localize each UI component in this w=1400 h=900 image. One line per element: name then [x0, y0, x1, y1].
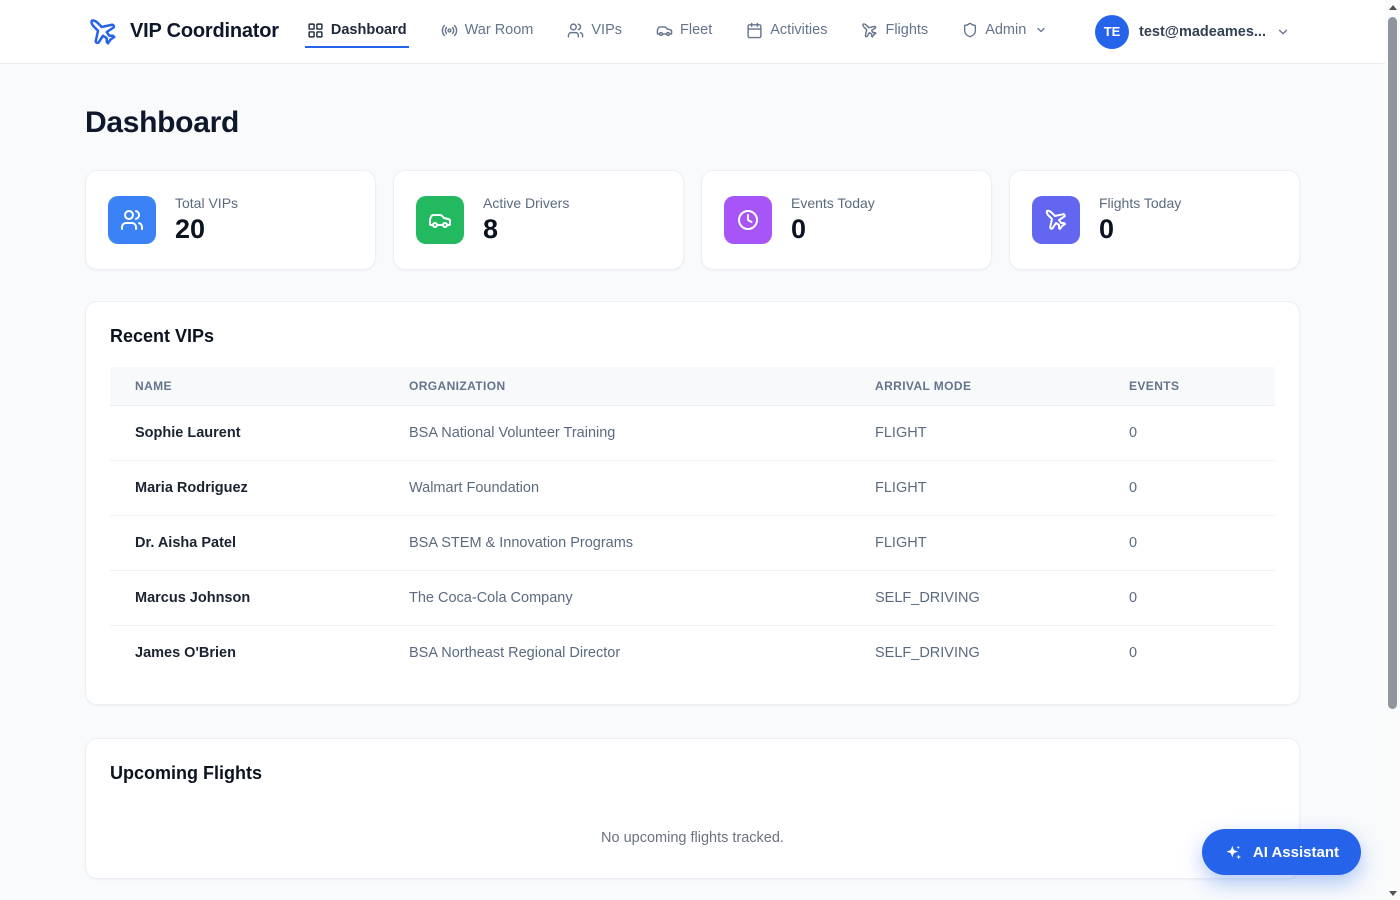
- scrollbar-thumb[interactable]: [1388, 17, 1397, 709]
- stat-card-flights-today: Flights Today 0: [1009, 170, 1300, 270]
- stat-card-events-today: Events Today 0: [701, 170, 992, 270]
- vip-organization: BSA Northeast Regional Director: [384, 625, 850, 680]
- column-header-organization: ORGANIZATION: [384, 367, 850, 406]
- vip-name: Sophie Laurent: [110, 405, 384, 461]
- plane-icon: [861, 22, 878, 39]
- nav-item-fleet[interactable]: Fleet: [654, 16, 714, 48]
- table-row[interactable]: Sophie Laurent BSA National Volunteer Tr…: [110, 405, 1275, 461]
- user-menu[interactable]: TE test@madeames...: [1095, 14, 1290, 49]
- nav-item-flights[interactable]: Flights: [859, 16, 930, 48]
- vip-arrival-mode: FLIGHT: [850, 515, 1104, 571]
- recent-vips-table: NAME ORGANIZATION ARRIVAL MODE EVENTS So…: [110, 367, 1275, 680]
- car-icon: [656, 22, 673, 39]
- top-navbar: VIP Coordinator Dashboard War Room VIPs …: [0, 0, 1400, 64]
- nav-item-war-room[interactable]: War Room: [439, 16, 536, 48]
- vip-events: 0: [1104, 515, 1275, 571]
- nav-label: War Room: [464, 22, 534, 38]
- avatar: TE: [1095, 14, 1130, 49]
- stat-value: 8: [483, 214, 499, 244]
- nav-label: Fleet: [680, 22, 713, 38]
- broadcast-icon: [441, 22, 458, 39]
- nav-item-dashboard[interactable]: Dashboard: [304, 16, 409, 48]
- upcoming-flights-title: Upcoming Flights: [110, 763, 262, 783]
- nav-item-vips[interactable]: VIPs: [565, 16, 624, 48]
- table-row[interactable]: Marcus Johnson The Coca-Cola Company SEL…: [110, 570, 1275, 626]
- stat-value: 0: [1099, 214, 1115, 244]
- scrollbar-up-arrow[interactable]: [1385, 1, 1400, 13]
- stat-value: 20: [175, 214, 206, 244]
- vip-events: 0: [1104, 570, 1275, 626]
- plane-icon: [1032, 196, 1080, 244]
- nav-label: VIPs: [591, 22, 622, 38]
- vip-organization: The Coca-Cola Company: [384, 570, 850, 626]
- stat-label: Total VIPs: [175, 195, 239, 211]
- vip-organization: BSA STEM & Innovation Programs: [384, 515, 850, 571]
- vip-name: Maria Rodriguez: [110, 460, 384, 516]
- chevron-down-icon: [1035, 24, 1047, 36]
- stat-value: 0: [791, 214, 807, 244]
- nav-label: Activities: [770, 22, 828, 38]
- main-nav: Dashboard War Room VIPs Fleet Activities…: [304, 16, 1049, 48]
- shield-icon: [962, 22, 978, 38]
- vip-organization: BSA National Volunteer Training: [384, 405, 850, 461]
- vip-name: Dr. Aisha Patel: [110, 515, 384, 571]
- stat-label: Flights Today: [1099, 195, 1182, 211]
- stat-card-active-drivers: Active Drivers 8: [393, 170, 684, 270]
- nav-item-activities[interactable]: Activities: [744, 16, 829, 48]
- vip-arrival-mode: SELF_DRIVING: [850, 570, 1104, 626]
- nav-item-admin[interactable]: Admin: [960, 16, 1049, 47]
- table-row[interactable]: Dr. Aisha Patel BSA STEM & Innovation Pr…: [110, 515, 1275, 571]
- vip-name: Marcus Johnson: [110, 570, 384, 626]
- scrollbar[interactable]: [1385, 0, 1400, 900]
- column-header-events: EVENTS: [1104, 367, 1275, 406]
- vip-name: James O'Brien: [110, 625, 384, 680]
- table-row[interactable]: James O'Brien BSA Northeast Regional Dir…: [110, 625, 1275, 680]
- column-header-name: NAME: [110, 367, 384, 406]
- nav-label: Admin: [985, 22, 1027, 38]
- table-row[interactable]: Maria Rodriguez Walmart Foundation FLIGH…: [110, 460, 1275, 516]
- people-icon: [108, 196, 156, 244]
- nav-label: Flights: [885, 22, 929, 38]
- stat-label: Active Drivers: [483, 195, 570, 211]
- dashboard-grid-icon: [307, 22, 324, 39]
- sparkles-icon: [1224, 843, 1243, 862]
- upcoming-flights-panel: Upcoming Flights No upcoming flights tra…: [85, 738, 1300, 879]
- page-title: Dashboard: [85, 106, 239, 139]
- table-header-row: NAME ORGANIZATION ARRIVAL MODE EVENTS: [110, 367, 1275, 406]
- stat-label: Events Today: [791, 195, 875, 211]
- user-email: test@madeames...: [1139, 23, 1266, 40]
- chevron-down-icon: [1276, 25, 1290, 39]
- stats-row: Total VIPs 20 Active Drivers 8 Events To…: [85, 170, 1300, 270]
- brand-name: VIP Coordinator: [130, 20, 279, 42]
- car-icon: [416, 196, 464, 244]
- vip-events: 0: [1104, 625, 1275, 680]
- ai-assistant-label: AI Assistant: [1252, 843, 1339, 861]
- ai-assistant-button[interactable]: AI Assistant: [1201, 829, 1361, 875]
- main-content: Dashboard Total VIPs 20 Active Drivers 8: [0, 64, 1400, 900]
- scrollbar-down-arrow[interactable]: [1385, 887, 1400, 899]
- plane-logo-icon: [88, 17, 118, 47]
- recent-vips-title: Recent VIPs: [110, 326, 215, 346]
- vip-arrival-mode: FLIGHT: [850, 460, 1104, 516]
- column-header-arrival-mode: ARRIVAL MODE: [850, 367, 1104, 406]
- vip-events: 0: [1104, 460, 1275, 516]
- calendar-icon: [746, 22, 763, 39]
- stat-card-total-vips: Total VIPs 20: [85, 170, 376, 270]
- empty-flights-message: No upcoming flights tracked.: [601, 830, 784, 846]
- vip-events: 0: [1104, 405, 1275, 461]
- people-icon: [567, 22, 584, 39]
- brand[interactable]: VIP Coordinator: [88, 17, 279, 47]
- vip-arrival-mode: SELF_DRIVING: [850, 625, 1104, 680]
- vip-arrival-mode: FLIGHT: [850, 405, 1104, 461]
- nav-label: Dashboard: [330, 22, 407, 38]
- clock-icon: [724, 196, 772, 244]
- vip-organization: Walmart Foundation: [384, 460, 850, 516]
- recent-vips-panel: Recent VIPs NAME ORGANIZATION ARRIVAL MO…: [85, 301, 1300, 705]
